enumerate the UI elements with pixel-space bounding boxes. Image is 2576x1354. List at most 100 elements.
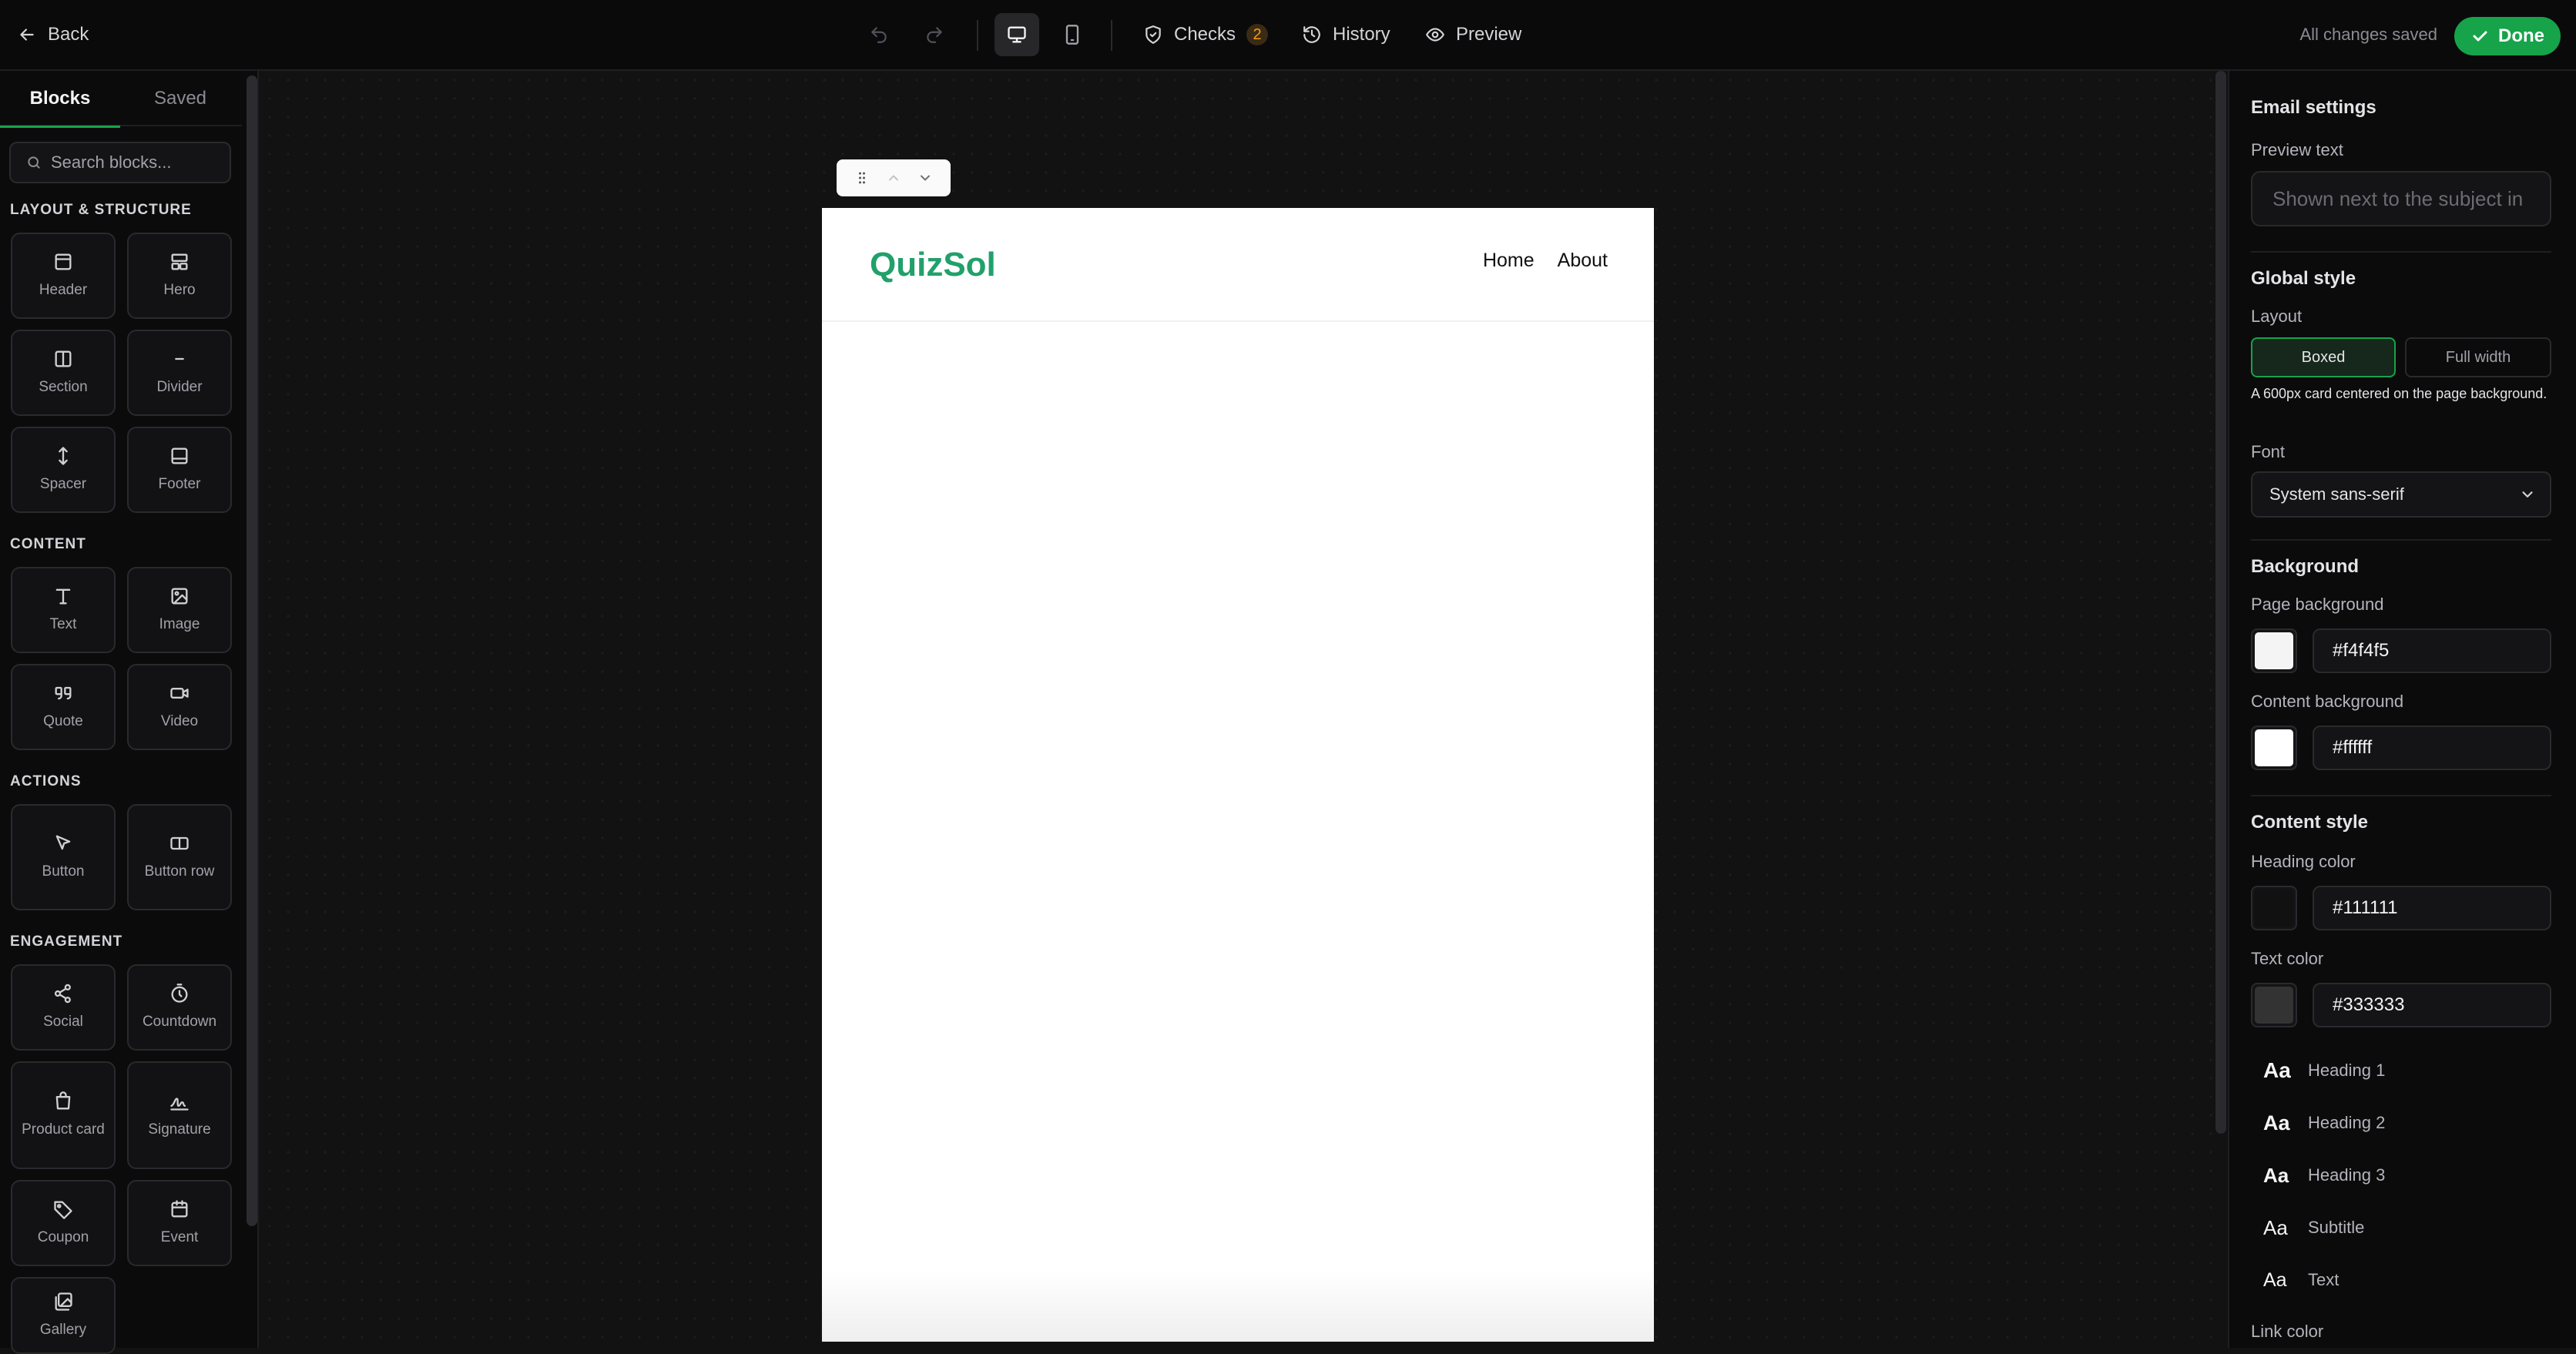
block-text[interactable]: Text <box>11 567 116 653</box>
canvas-scrollbar[interactable] <box>2215 71 2226 1134</box>
done-button[interactable]: Done <box>2454 17 2561 55</box>
block-search-input[interactable] <box>51 152 220 173</box>
block-label: Image <box>159 616 200 632</box>
tab-blocks[interactable]: Blocks <box>0 71 120 128</box>
video-icon <box>170 688 189 699</box>
block-button-row[interactable]: Button row <box>127 804 232 910</box>
tab-saved[interactable]: Saved <box>120 71 240 126</box>
section-divider <box>2251 795 2551 796</box>
layout-full-width-option[interactable]: Full width <box>2405 337 2551 377</box>
top-toolbar: Back Checks 2 History Preview All change… <box>0 0 2576 71</box>
typography-text[interactable]: Aa Text <box>2251 1258 2551 1302</box>
footer-icon <box>171 447 188 464</box>
block-label: Button <box>42 863 85 880</box>
tag-icon <box>54 1201 72 1219</box>
image-icon <box>171 588 188 605</box>
block-search <box>9 142 231 183</box>
type-sample: Aa <box>2263 1163 2289 1187</box>
block-footer[interactable]: Footer <box>127 427 232 513</box>
type-name: Heading 3 <box>2308 1165 2386 1185</box>
block-button[interactable]: Button <box>11 804 116 910</box>
back-button[interactable]: Back <box>17 0 89 69</box>
block-section[interactable]: Section <box>11 330 116 416</box>
desktop-view-button[interactable] <box>995 13 1039 56</box>
typography-subtitle[interactable]: Aa Subtitle <box>2251 1206 2551 1249</box>
shopping-bag-icon <box>55 1091 71 1110</box>
block-header[interactable]: Header <box>11 233 116 319</box>
arrow-left-icon <box>20 28 34 41</box>
block-handle-toolbar <box>837 159 951 196</box>
content-background-swatch[interactable] <box>2251 726 2297 770</box>
font-select[interactable]: System sans-serif <box>2251 471 2551 518</box>
drag-handle-icon[interactable] <box>854 170 870 186</box>
layout-boxed-option[interactable]: Boxed <box>2251 337 2396 377</box>
heading-color-label: Heading color <box>2251 852 2356 871</box>
header-icon <box>55 253 72 270</box>
email-nav-home[interactable]: Home <box>1483 250 1535 272</box>
text-color-swatch[interactable] <box>2251 983 2297 1027</box>
heading-color-swatch[interactable] <box>2251 886 2297 930</box>
gallery-icon <box>55 1292 72 1311</box>
font-label: Font <box>2251 442 2286 461</box>
block-product-card[interactable]: Product card <box>11 1061 116 1169</box>
block-label: Event <box>160 1229 199 1245</box>
email-header-block[interactable]: QuizSol Home About <box>822 208 1654 322</box>
block-quote[interactable]: Quote <box>11 664 116 750</box>
block-gallery[interactable]: Gallery <box>11 1277 116 1354</box>
quote-icon <box>55 686 72 700</box>
preview-text-label: Preview text <box>2251 140 2343 159</box>
sidebar-scrollbar[interactable] <box>247 75 257 1226</box>
content-background-label: Content background <box>2251 692 2404 711</box>
block-label: Gallery <box>39 1322 87 1338</box>
mobile-view-button[interactable] <box>1050 13 1095 56</box>
content-background-input[interactable] <box>2313 726 2551 770</box>
block-social[interactable]: Social <box>11 964 116 1051</box>
block-hero[interactable]: Hero <box>127 233 232 319</box>
undo-button[interactable] <box>869 0 889 69</box>
block-label: Video <box>160 713 199 729</box>
pointer-icon <box>55 835 71 850</box>
history-button[interactable]: History <box>1302 0 1390 69</box>
block-label: Signature <box>148 1121 211 1138</box>
spacer-icon <box>59 447 68 465</box>
block-spacer[interactable]: Spacer <box>11 427 116 513</box>
block-video[interactable]: Video <box>127 664 232 750</box>
text-icon <box>55 588 71 605</box>
chevron-down-icon <box>2522 491 2533 498</box>
block-image[interactable]: Image <box>127 567 232 653</box>
page-background-input[interactable] <box>2313 628 2551 673</box>
typography-heading-1[interactable]: Aa Heading 1 <box>2251 1049 2551 1092</box>
block-divider[interactable]: Divider <box>127 330 232 416</box>
divider-icon <box>175 357 184 360</box>
block-label: Spacer <box>39 476 87 492</box>
checks-button[interactable]: Checks 2 <box>1143 0 1269 69</box>
undo-icon <box>871 27 887 43</box>
block-signature[interactable]: Signature <box>127 1061 232 1169</box>
type-name: Heading 2 <box>2308 1113 2386 1132</box>
chevron-down-icon[interactable] <box>917 170 933 186</box>
chevron-up-icon[interactable] <box>886 170 901 186</box>
preview-text-input[interactable] <box>2251 171 2551 226</box>
block-label: Text <box>49 616 77 632</box>
editor-canvas: QuizSol Home About <box>260 71 2226 1348</box>
heading-color-input[interactable] <box>2313 886 2551 930</box>
type-name: Text <box>2308 1270 2340 1289</box>
email-nav-about[interactable]: About <box>1558 250 1608 272</box>
shield-check-icon <box>1145 25 1161 44</box>
color-chip <box>2255 729 2293 766</box>
typography-heading-3[interactable]: Aa Heading 3 <box>2251 1154 2551 1197</box>
history-label: History <box>1333 24 1390 45</box>
block-countdown[interactable]: Countdown <box>127 964 232 1051</box>
logo-text: QuizSol <box>870 246 996 283</box>
email-nav: Home About <box>1483 250 1608 272</box>
check-icon <box>2473 31 2487 42</box>
block-coupon[interactable]: Coupon <box>11 1180 116 1266</box>
text-color-input[interactable] <box>2313 983 2551 1027</box>
redo-button[interactable] <box>924 0 944 69</box>
page-background-swatch[interactable] <box>2251 628 2297 673</box>
background-title: Background <box>2251 556 2360 577</box>
type-sample: Aa <box>2263 1111 2290 1134</box>
preview-button[interactable]: Preview <box>1425 0 1521 69</box>
typography-heading-2[interactable]: Aa Heading 2 <box>2251 1101 2551 1145</box>
block-event[interactable]: Event <box>127 1180 232 1266</box>
